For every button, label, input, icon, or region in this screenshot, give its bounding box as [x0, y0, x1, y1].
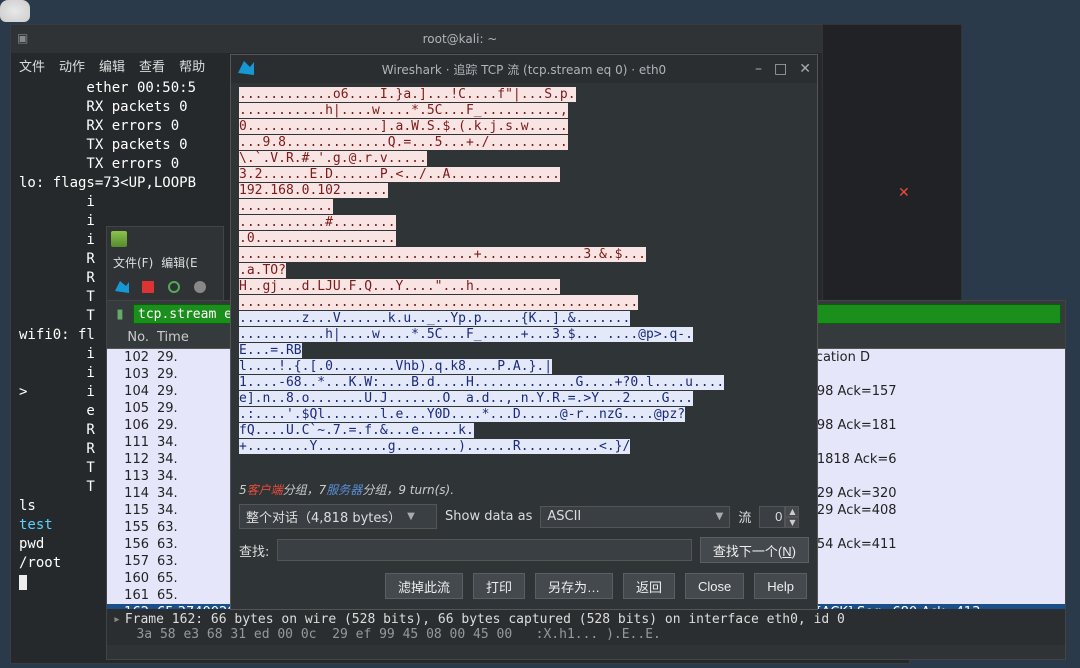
terminal-title: root@kali: ~	[423, 32, 498, 46]
follow-title: Wireshark · 追踪 TCP 流 (tcp.stream eq 0) ·…	[382, 61, 666, 78]
minimize-button[interactable]: –	[755, 61, 762, 77]
expand-icon[interactable]: ▸	[113, 612, 121, 627]
stream-controls-row: 整个对话（4,818 bytes） ▼ Show data as ASCII ▼…	[231, 500, 817, 533]
stream-status: 5客户端分组，7服务器分组，9 turn(s).	[231, 479, 817, 500]
follow-stream-dialog: Wireshark · 追踪 TCP 流 (tcp.stream eq 0) ·…	[230, 54, 818, 610]
editor-titlebar	[107, 227, 223, 251]
close-button[interactable]: Close	[685, 573, 744, 599]
print-button[interactable]: 打印	[473, 573, 525, 599]
close-button[interactable]: ✕	[799, 61, 811, 77]
spin-up-icon[interactable]: ▲	[785, 506, 799, 517]
editor-window: 文件(F) 编辑(E	[106, 226, 224, 308]
stream-no-label: 流	[738, 507, 751, 526]
follow-titlebar: Wireshark · 追踪 TCP 流 (tcp.stream eq 0) ·…	[231, 55, 817, 83]
wireshark-icon	[237, 59, 255, 77]
editor-menubar: 文件(F) 编辑(E	[107, 251, 223, 273]
stream-number-input[interactable]	[759, 506, 785, 528]
filter-out-button[interactable]: 滤掉此流	[385, 573, 463, 599]
editor-icon	[111, 231, 127, 247]
editor-menu-file[interactable]: 文件(F)	[113, 254, 153, 271]
stream-content[interactable]: ............o6....I.}a.]...!C....f"|...S…	[231, 83, 817, 479]
menu-help[interactable]: 帮助	[179, 56, 205, 75]
show-as-label: Show data as	[445, 509, 532, 524]
back-button[interactable]: 返回	[623, 573, 675, 599]
show-as-value: ASCII	[547, 509, 581, 524]
options-icon[interactable]	[189, 276, 211, 298]
chevron-down-icon: ▼	[716, 511, 724, 522]
restart-icon[interactable]	[163, 276, 185, 298]
filter-bookmark-icon[interactable]: ▮	[111, 305, 129, 323]
conversation-label: 整个对话（4,818 bytes）	[246, 507, 401, 526]
stream-number-spinner[interactable]: ▲ ▼	[759, 506, 799, 528]
find-next-button[interactable]: 查找下一个(N)	[700, 537, 809, 563]
shark-icon[interactable]	[111, 276, 133, 298]
editor-toolbar	[107, 273, 223, 301]
trash-icon[interactable]	[0, 0, 30, 22]
follow-window-controls: – □ ✕	[755, 61, 811, 77]
help-button[interactable]: Help	[754, 573, 807, 599]
close-icon[interactable]: ✕	[898, 185, 910, 201]
dialog-buttons: 滤掉此流 打印 另存为… 返回 Close Help	[231, 567, 817, 609]
show-as-select[interactable]: ASCII ▼	[540, 506, 730, 528]
packet-details[interactable]: ▸ Frame 162: 66 bytes on wire (528 bits),…	[107, 609, 1065, 645]
terminal-titlebar: ▣ root@kali: ~ – □ ✕	[11, 25, 909, 53]
col-no[interactable]: No.	[107, 329, 153, 346]
menu-action[interactable]: 动作	[59, 56, 85, 75]
maximize-button[interactable]: □	[774, 61, 787, 77]
stop-capture-icon[interactable]	[137, 276, 159, 298]
save-as-button[interactable]: 另存为…	[535, 573, 613, 599]
spin-down-icon[interactable]: ▼	[785, 517, 799, 528]
frame-line: Frame 162: 66 bytes on wire (528 bits), …	[125, 612, 845, 627]
menu-view[interactable]: 查看	[139, 56, 165, 75]
terminal-icon: ▣	[17, 31, 28, 45]
menu-edit[interactable]: 编辑	[99, 56, 125, 75]
chevron-down-icon: ▼	[407, 511, 415, 522]
find-label: 查找:	[239, 541, 269, 560]
find-row: 查找: 查找下一个(N)	[231, 533, 817, 567]
conversation-select[interactable]: 整个对话（4,818 bytes） ▼	[239, 504, 437, 529]
find-input[interactable]	[277, 539, 692, 561]
menu-file[interactable]: 文件	[19, 56, 45, 75]
editor-menu-edit[interactable]: 编辑(E	[161, 254, 197, 271]
